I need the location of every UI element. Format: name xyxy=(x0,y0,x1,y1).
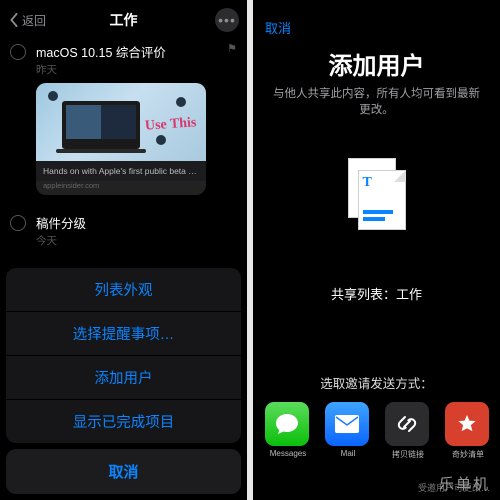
star-icon xyxy=(445,402,489,446)
sheet-cancel-button[interactable]: 取消 xyxy=(6,449,241,494)
text-glyph-icon: T xyxy=(363,175,372,191)
app-label: Mail xyxy=(325,449,371,458)
mail-icon xyxy=(325,402,369,446)
flag-icon: ⚑ xyxy=(227,42,237,61)
app-copy-link[interactable]: 拷贝链接 xyxy=(385,402,431,460)
messages-icon xyxy=(265,402,309,446)
laptop-icon xyxy=(62,101,140,149)
preview-headline: Hands on with Apple's first public beta … xyxy=(36,161,206,181)
app-label: 奇妙清单 xyxy=(445,449,491,460)
reminder-title: 稿件分级 xyxy=(36,213,86,232)
page-front-icon: T xyxy=(358,170,406,230)
link-icon xyxy=(385,402,429,446)
reminder-item[interactable]: 稿件分级 今天 xyxy=(10,213,237,248)
reminders-list: macOS 10.15 综合评价 ⚑ 昨天 Use This Hands on … xyxy=(0,40,247,248)
share-title: 添加用户 xyxy=(265,46,488,81)
document-graphic: T xyxy=(253,158,500,230)
sheet-option-add-user[interactable]: 添加用户 xyxy=(6,356,241,400)
share-apps-row: Messages Mail 拷贝链接 奇妙清单 ⋯ xyxy=(253,402,500,460)
action-sheet: 列表外观 选择提醒事项… 添加用户 显示已完成项目 取消 xyxy=(0,268,247,500)
handwriting-annotation: Use This xyxy=(144,117,196,133)
sheet-option-appearance[interactable]: 列表外观 xyxy=(6,268,241,312)
right-screen-share: 取消 添加用户 与他人共享此内容，所有人均可看到最新 更改。 T 共享列表：工作… xyxy=(253,0,500,500)
app-wunderlist[interactable]: 奇妙清单 xyxy=(445,402,491,460)
app-messages[interactable]: Messages xyxy=(265,402,311,460)
invitee-note: 受邀用户可更改… xyxy=(418,481,490,494)
preview-source: appleinsider.com xyxy=(36,181,206,195)
reminder-date: 昨天 xyxy=(36,62,237,77)
complete-radio[interactable] xyxy=(10,44,26,60)
sheet-option-show-completed[interactable]: 显示已完成项目 xyxy=(6,400,241,443)
app-mail[interactable]: Mail xyxy=(325,402,371,460)
complete-radio[interactable] xyxy=(10,215,26,231)
left-screen-reminders: 返回 工作 ••• macOS 10.15 综合评价 ⚑ 昨天 Use This xyxy=(0,0,247,500)
send-method-label: 选取邀请发送方式： xyxy=(253,373,500,392)
preview-thumb: Use This xyxy=(36,83,206,161)
reminder-date: 今天 xyxy=(36,233,237,248)
reminder-title: macOS 10.15 综合评价 xyxy=(36,42,166,61)
app-label: Messages xyxy=(265,449,311,458)
reminder-item[interactable]: macOS 10.15 综合评价 ⚑ 昨天 Use This Hands on … xyxy=(10,42,237,195)
share-description: 与他人共享此内容，所有人均可看到最新 更改。 xyxy=(265,87,488,118)
share-list-label: 共享列表：工作 xyxy=(253,284,500,303)
navbar: 返回 工作 ••• xyxy=(0,0,247,40)
cancel-button[interactable]: 取消 xyxy=(265,21,291,36)
app-label: 拷贝链接 xyxy=(385,449,431,460)
link-preview[interactable]: Use This Hands on with Apple's first pub… xyxy=(36,83,206,195)
page-title: 工作 xyxy=(0,10,247,30)
sheet-option-select[interactable]: 选择提醒事项… xyxy=(6,312,241,356)
